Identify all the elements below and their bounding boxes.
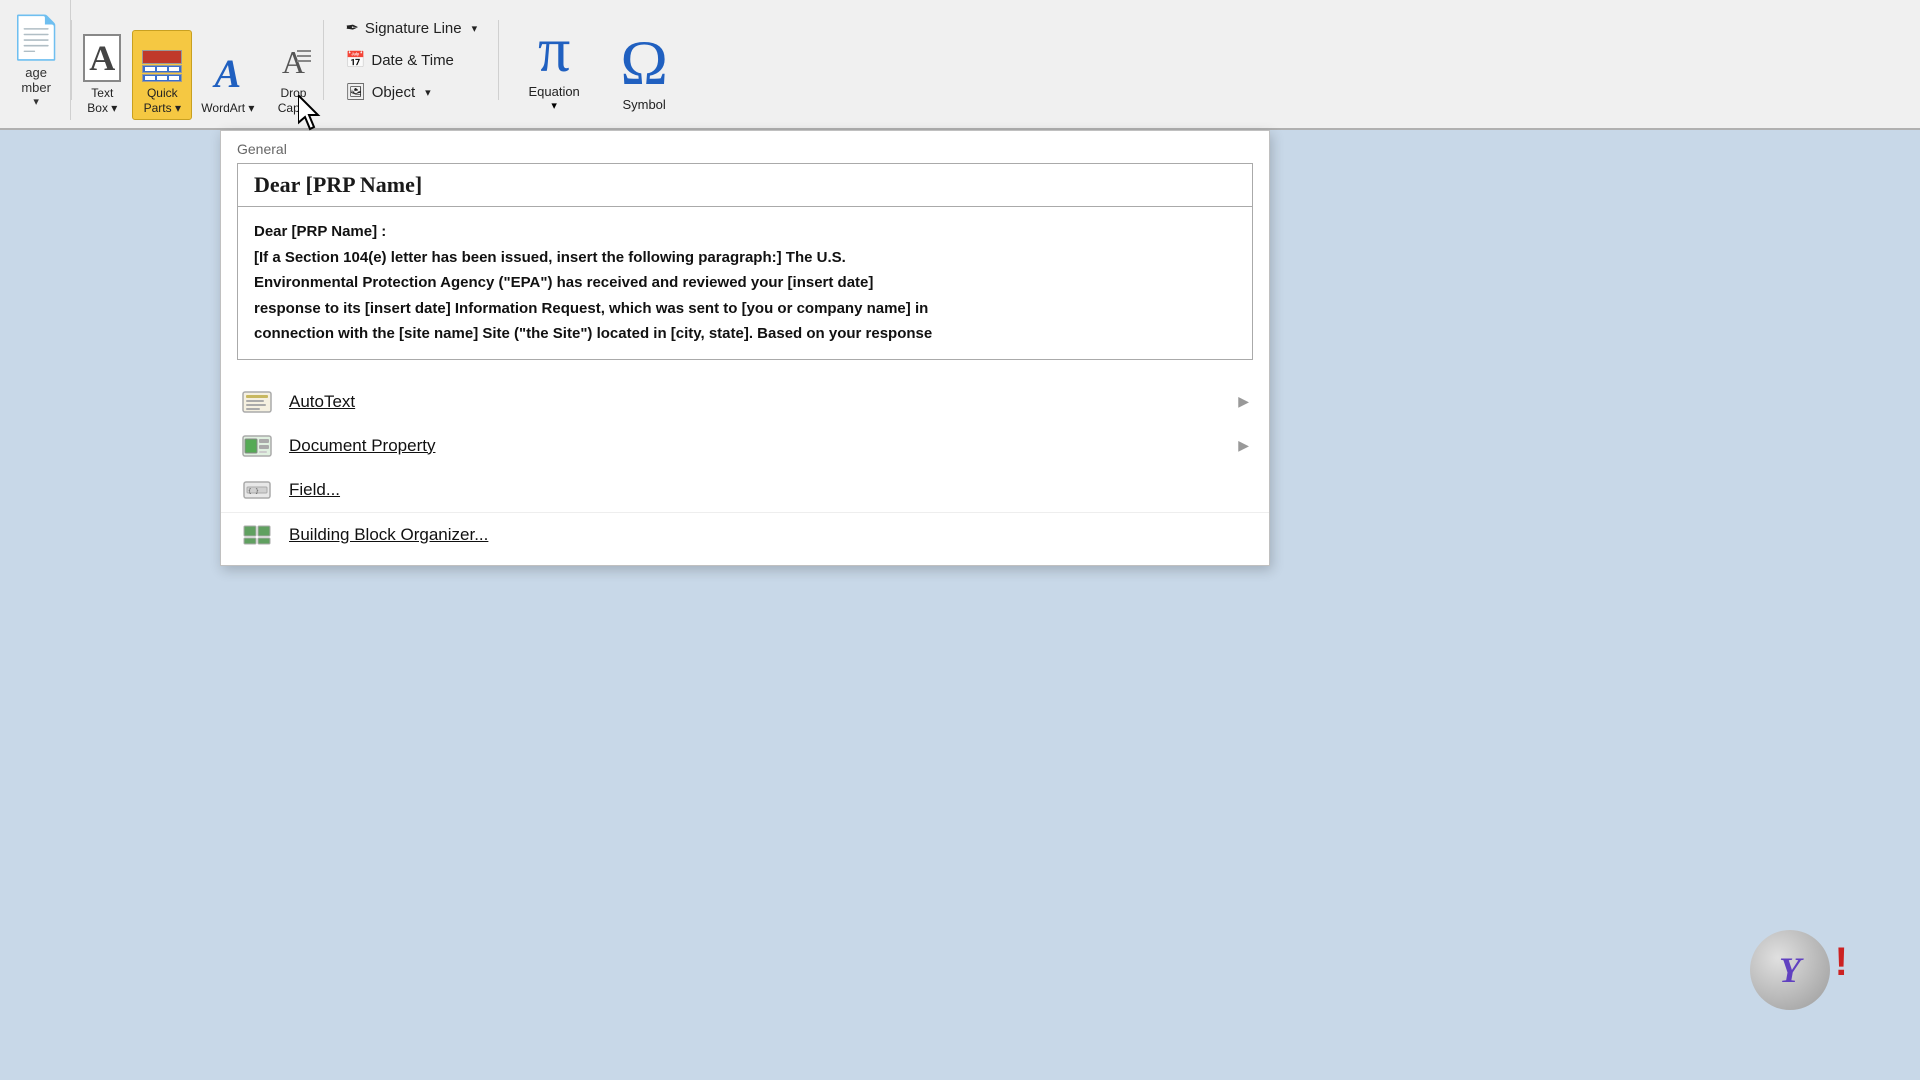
quick-part-entry[interactable]: Dear [PRP Name] Dear [PRP Name] : [If a …	[237, 163, 1253, 360]
omega-icon: Ω	[620, 31, 668, 95]
quick-parts-label: Quick Parts ▾	[144, 86, 181, 115]
ribbon-left-partial: 📄 age mber ▾	[0, 0, 71, 120]
symbols-group: π Equation ▾ Ω Symbol	[499, 0, 699, 120]
signature-line-button[interactable]: ✒ Signature Line ▾	[336, 14, 486, 42]
wordart-button[interactable]: A WordArt ▾	[192, 30, 263, 120]
signature-line-icon: ✒	[345, 18, 358, 38]
document-property-icon	[241, 434, 273, 458]
insert-group: ✒ Signature Line ▾ 📅 Date & Time 🖼 Objec…	[324, 0, 498, 120]
text-box-icon: A	[83, 34, 121, 82]
building-block-organizer-label: Building Block Organizer...	[289, 525, 488, 545]
page-icon: 📄	[10, 14, 62, 63]
dropdown-section-label: General	[221, 131, 1269, 163]
assistant-widget[interactable]: Y !	[1750, 930, 1840, 1020]
drop-cap-label: Drop Cap ▾	[278, 86, 309, 115]
equation-icon: π	[538, 18, 570, 82]
autotext-icon	[241, 390, 273, 414]
building-block-icon	[241, 523, 273, 547]
menu-item-building-block-organizer[interactable]: Building Block Organizer...	[221, 512, 1269, 557]
exclaim-icon: !	[1835, 940, 1848, 985]
autotext-submenu-arrow: ▶	[1238, 393, 1249, 410]
drop-cap-icon: A	[273, 42, 313, 82]
quick-parts-button[interactable]: Quick Parts ▾	[132, 30, 192, 120]
object-button[interactable]: 🖼 Object ▾	[336, 78, 486, 106]
autotext-label: AutoText	[289, 392, 355, 412]
quick-parts-dropdown: General Dear [PRP Name] Dear [PRP Name] …	[220, 130, 1270, 566]
drop-cap-button[interactable]: A Drop Cap ▾	[263, 30, 323, 120]
text-box-button[interactable]: A Text Box ▾	[72, 30, 132, 120]
date-time-button[interactable]: 📅 Date & Time	[336, 46, 486, 74]
menu-item-document-property[interactable]: Document Property ▶	[221, 424, 1269, 468]
wordart-icon: A	[215, 50, 242, 97]
page-label: age	[25, 65, 47, 80]
object-icon: 🖼	[345, 82, 365, 102]
wordart-label: WordArt ▾	[201, 101, 254, 115]
date-time-icon: 📅	[345, 50, 365, 70]
text-box-label: Text Box ▾	[87, 86, 117, 115]
document-property-label: Document Property	[289, 436, 435, 456]
ribbon-toolbar: 📄 age mber ▾ A Text Box ▾ Quick Parts ▾ …	[0, 0, 1920, 130]
quick-part-entry-preview: Dear [PRP Name] : [If a Section 104(e) l…	[238, 206, 1252, 359]
dropdown-menu-list: AutoText ▶ Document Property ▶	[221, 372, 1269, 565]
number-label: mber	[21, 80, 51, 95]
svg-text:{ }: { }	[248, 488, 259, 495]
document-property-submenu-arrow: ▶	[1238, 437, 1249, 454]
symbol-button[interactable]: Ω Symbol	[609, 31, 679, 112]
assistant-letter: Y	[1779, 949, 1801, 991]
field-label: Field...	[289, 480, 340, 500]
menu-item-field[interactable]: { } Field...	[221, 468, 1269, 512]
assistant-circle: Y	[1750, 930, 1830, 1010]
quick-part-entry-title: Dear [PRP Name]	[238, 164, 1252, 206]
menu-item-autotext[interactable]: AutoText ▶	[221, 380, 1269, 424]
equation-button[interactable]: π Equation ▾	[519, 18, 589, 112]
field-icon: { }	[241, 478, 273, 502]
quick-parts-icon	[142, 50, 182, 82]
